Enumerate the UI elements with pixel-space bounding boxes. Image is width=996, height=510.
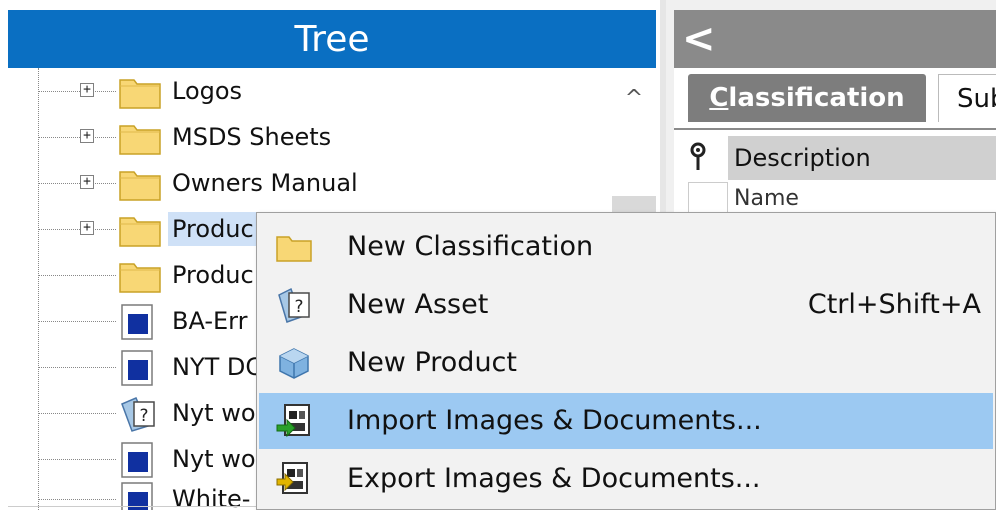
tree-connector — [38, 91, 116, 92]
menu-item-label: Import Images & Documents... — [347, 405, 762, 436]
column-header-description[interactable]: Description — [728, 136, 996, 180]
import-icon — [276, 404, 310, 438]
folder-icon — [119, 171, 161, 201]
tree-connector — [38, 183, 116, 184]
tree-item-label: Produc — [172, 261, 254, 289]
tree-item-label: Logos — [172, 77, 243, 105]
menu-item-import-images-documents[interactable]: Import Images & Documents... — [259, 393, 993, 449]
tree-item-label: BA-Err — [172, 307, 248, 335]
tree-connector — [38, 367, 116, 368]
cube-icon — [279, 348, 309, 379]
tree-item-owners-manual[interactable]: + Owners Manual — [0, 160, 612, 206]
folder-icon — [276, 236, 312, 262]
menu-item-new-asset[interactable]: ? New Asset Ctrl+Shift+A — [259, 277, 993, 333]
asset-icon: ? — [121, 397, 155, 432]
details-header: < — [674, 10, 996, 68]
menu-item-label: New Classification — [347, 231, 594, 262]
tree-item-label: Nyt wo — [172, 445, 256, 473]
scroll-up-icon[interactable]: ^ — [620, 86, 648, 112]
product-doc-icon — [121, 442, 153, 478]
menu-item-new-product[interactable]: New Product — [259, 335, 993, 391]
context-menu: New Classification ? New Asset Ctrl+Shif… — [256, 212, 996, 510]
menu-item-label: New Product — [347, 347, 517, 378]
tab-label: lassification — [728, 83, 905, 113]
tree-title: Tree — [294, 18, 370, 60]
grid-cell-name: Name — [734, 186, 799, 211]
tree-connector — [38, 459, 116, 460]
tree-connector — [38, 499, 116, 500]
folder-icon — [119, 125, 161, 155]
asset-icon: ? — [278, 287, 310, 323]
tab-strip: Classification Sub — [674, 68, 996, 130]
product-doc-icon — [121, 350, 153, 386]
tree-item-label: Owners Manual — [172, 169, 358, 197]
tree-connector — [38, 275, 116, 276]
folder-icon — [119, 217, 161, 247]
expand-icon[interactable]: + — [80, 129, 94, 143]
product-doc-icon — [121, 304, 153, 340]
tree-item-label: Produc — [168, 212, 258, 246]
svg-text:?: ? — [139, 406, 148, 426]
tab-classification[interactable]: Classification — [688, 74, 926, 122]
expand-icon[interactable]: + — [80, 221, 94, 235]
tree-item-label: NYT DC — [172, 353, 263, 381]
expand-icon[interactable]: + — [80, 83, 94, 97]
tree-item-logos[interactable]: + Logos — [0, 68, 612, 114]
expand-icon[interactable]: + — [80, 175, 94, 189]
tree-connector — [38, 321, 116, 322]
menu-item-shortcut: Ctrl+Shift+A — [807, 289, 981, 320]
folder-icon — [119, 263, 161, 293]
menu-item-label: New Asset — [347, 289, 489, 320]
tree-header: Tree — [8, 10, 656, 68]
tab-sub[interactable]: Sub — [938, 74, 996, 122]
tree-item-label: MSDS Sheets — [172, 123, 332, 151]
tree-connector — [38, 137, 116, 138]
tree-item-msds-sheets[interactable]: + MSDS Sheets — [0, 114, 612, 160]
tree-connector — [38, 229, 116, 230]
folder-icon — [119, 79, 161, 109]
menu-item-new-classification[interactable]: New Classification — [259, 219, 993, 275]
pin-icon[interactable] — [688, 142, 708, 172]
chevron-left-icon[interactable]: < — [682, 16, 722, 62]
svg-text:?: ? — [294, 297, 303, 317]
export-icon — [276, 462, 308, 494]
tree-item-label: Nyt wo — [172, 399, 256, 427]
tree-connector — [38, 413, 116, 414]
menu-item-label: Export Images & Documents... — [347, 463, 761, 494]
tab-mnemonic: C — [709, 83, 729, 113]
tab-label: Sub — [957, 83, 996, 114]
menu-item-export-images-documents[interactable]: Export Images & Documents... — [259, 451, 993, 507]
